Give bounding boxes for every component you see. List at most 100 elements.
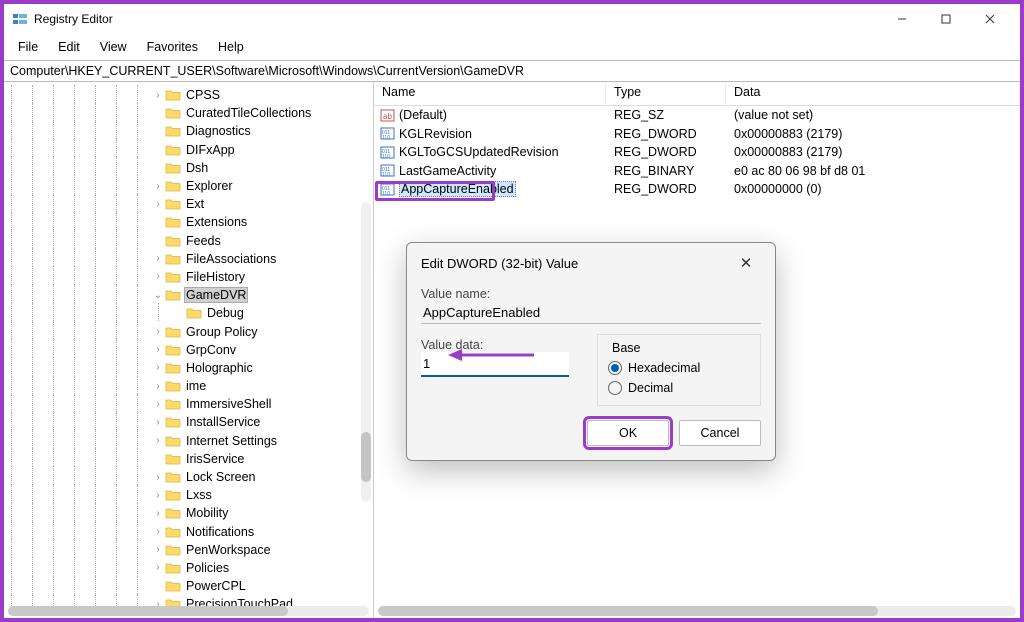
tree-node-label: Feeds	[184, 234, 223, 248]
tree-node[interactable]: › Ext	[4, 195, 373, 213]
tree-node-label: ImmersiveShell	[184, 397, 273, 411]
tree-node[interactable]: ⌄ GameDVR	[4, 286, 373, 304]
minimize-button[interactable]	[880, 4, 924, 34]
chevron-icon[interactable]: ›	[151, 544, 165, 555]
tree-node[interactable]: › ImmersiveShell	[4, 395, 373, 413]
tree-node[interactable]: ›Group Policy	[4, 322, 373, 340]
radio-hex-icon	[608, 361, 622, 375]
value-row[interactable]: 011110LastGameActivityREG_BINARYe0 ac 80…	[374, 162, 1020, 181]
radio-decimal[interactable]: Decimal	[608, 381, 750, 395]
value-data: (value not set)	[726, 108, 1020, 122]
tree-node[interactable]: Feeds	[4, 232, 373, 250]
tree-node[interactable]: Debug	[4, 304, 373, 322]
tree-node[interactable]: ›Mobility	[4, 504, 373, 522]
chevron-icon[interactable]: ›	[151, 199, 165, 210]
tree-node-label: Internet Settings	[184, 434, 279, 448]
base-label: Base	[608, 341, 645, 355]
value-data-label: Value data:	[421, 338, 579, 352]
value-data-input[interactable]	[421, 352, 569, 377]
menu-file[interactable]: File	[8, 37, 48, 57]
value-name-input[interactable]	[421, 301, 761, 324]
tree-node[interactable]: › Internet Settings	[4, 432, 373, 450]
tree-hscrollbar[interactable]	[8, 606, 369, 616]
tree-pane[interactable]: › CPSS CuratedTileCollectionsDiagnosticsDI…	[4, 82, 374, 618]
tree-node[interactable]: ›PenWorkspace	[4, 541, 373, 559]
col-header-data[interactable]: Data	[726, 82, 1020, 105]
tree-node[interactable]: CuratedTileCollections	[4, 104, 373, 122]
tree-node[interactable]: ›Lxss	[4, 486, 373, 504]
app-window: Registry Editor File Edit View Favorites…	[0, 0, 1024, 622]
svg-text:110: 110	[382, 135, 390, 141]
col-header-name[interactable]: Name	[374, 82, 606, 105]
tree-node[interactable]: Extensions	[4, 213, 373, 231]
chevron-icon[interactable]: ›	[151, 472, 165, 483]
edit-dword-dialog: Edit DWORD (32-bit) Value ✕ Value name: …	[406, 242, 776, 461]
chevron-icon[interactable]: ›	[151, 253, 165, 264]
chevron-icon[interactable]: ›	[151, 562, 165, 573]
radio-hexadecimal[interactable]: Hexadecimal	[608, 361, 750, 375]
values-hscrollbar[interactable]	[378, 606, 1016, 616]
tree-node[interactable]: Diagnostics	[4, 122, 373, 140]
chevron-icon[interactable]: ›	[151, 181, 165, 192]
chevron-icon[interactable]: ›	[151, 271, 165, 282]
tree-scrollbar-thumb[interactable]	[361, 432, 371, 482]
tree-node[interactable]: DIFxApp	[4, 141, 373, 159]
tree-node[interactable]: ›FileAssociations	[4, 250, 373, 268]
menu-favorites[interactable]: Favorites	[137, 37, 208, 57]
value-data: 0x00000883 (2179)	[726, 145, 1020, 159]
ok-button[interactable]: OK	[587, 420, 669, 446]
tree-node-label: Explorer	[184, 179, 235, 193]
chevron-icon[interactable]: ›	[151, 526, 165, 537]
values-hscrollbar-thumb[interactable]	[378, 606, 878, 616]
chevron-icon[interactable]: ›	[151, 90, 165, 101]
svg-text:110: 110	[382, 154, 390, 160]
tree-node[interactable]: Dsh	[4, 159, 373, 177]
tree-node-label: Ext	[184, 197, 206, 211]
dialog-close-button[interactable]: ✕	[731, 254, 761, 272]
tree-hscrollbar-thumb[interactable]	[8, 606, 288, 616]
chevron-icon[interactable]: ›	[151, 490, 165, 501]
tree-node[interactable]: ›Notifications	[4, 523, 373, 541]
tree-node[interactable]: ›InstallService	[4, 413, 373, 431]
tree-node[interactable]: ›ime	[4, 377, 373, 395]
address-bar[interactable]: Computer\HKEY_CURRENT_USER\Software\Micr…	[4, 60, 1020, 82]
tree-node[interactable]: › FileHistory	[4, 268, 373, 286]
chevron-icon[interactable]: ›	[151, 417, 165, 428]
tree-scrollbar[interactable]	[361, 202, 371, 502]
menu-view[interactable]: View	[90, 37, 137, 57]
col-header-type[interactable]: Type	[606, 82, 726, 105]
tree-node[interactable]: ›Lock Screen	[4, 468, 373, 486]
value-row[interactable]: 011110KGLRevisionREG_DWORD0x00000883 (21…	[374, 125, 1020, 144]
value-type: REG_SZ	[606, 108, 726, 122]
chevron-icon[interactable]: ›	[151, 326, 165, 337]
tree-node[interactable]: › Explorer	[4, 177, 373, 195]
value-row[interactable]: 011110AppCaptureEnabledREG_DWORD0x000000…	[374, 180, 1020, 199]
close-button[interactable]	[968, 4, 1012, 34]
tree-node-label: FileHistory	[184, 270, 247, 284]
tree-node[interactable]: ›GrpConv	[4, 341, 373, 359]
chevron-icon[interactable]: ›	[151, 362, 165, 373]
tree-node-label: GameDVR	[184, 287, 248, 303]
address-text: Computer\HKEY_CURRENT_USER\Software\Micr…	[10, 64, 524, 78]
chevron-icon[interactable]: ›	[151, 381, 165, 392]
chevron-icon[interactable]: ›	[151, 399, 165, 410]
menu-help[interactable]: Help	[208, 37, 254, 57]
menu-edit[interactable]: Edit	[48, 37, 90, 57]
tree-node-label: Debug	[205, 306, 246, 320]
tree-node[interactable]: IrisService	[4, 450, 373, 468]
value-row[interactable]: ab(Default)REG_SZ(value not set)	[374, 106, 1020, 125]
cancel-button[interactable]: Cancel	[679, 420, 761, 446]
value-row[interactable]: 011110KGLToGCSUpdatedRevisionREG_DWORD0x…	[374, 143, 1020, 162]
dialog-title: Edit DWORD (32-bit) Value	[421, 256, 731, 271]
tree-node[interactable]: PowerCPL	[4, 577, 373, 595]
tree-node[interactable]: › CPSS	[4, 86, 373, 104]
chevron-icon[interactable]: ›	[151, 344, 165, 355]
chevron-icon[interactable]: ⌄	[151, 290, 165, 301]
tree-node[interactable]: ›Holographic	[4, 359, 373, 377]
maximize-button[interactable]	[924, 4, 968, 34]
tree-node[interactable]: ›Policies	[4, 559, 373, 577]
chevron-icon[interactable]: ›	[151, 508, 165, 519]
value-data: e0 ac 80 06 98 bf d8 01	[726, 164, 1020, 178]
tree-node-label: CPSS	[184, 88, 222, 102]
chevron-icon[interactable]: ›	[151, 435, 165, 446]
